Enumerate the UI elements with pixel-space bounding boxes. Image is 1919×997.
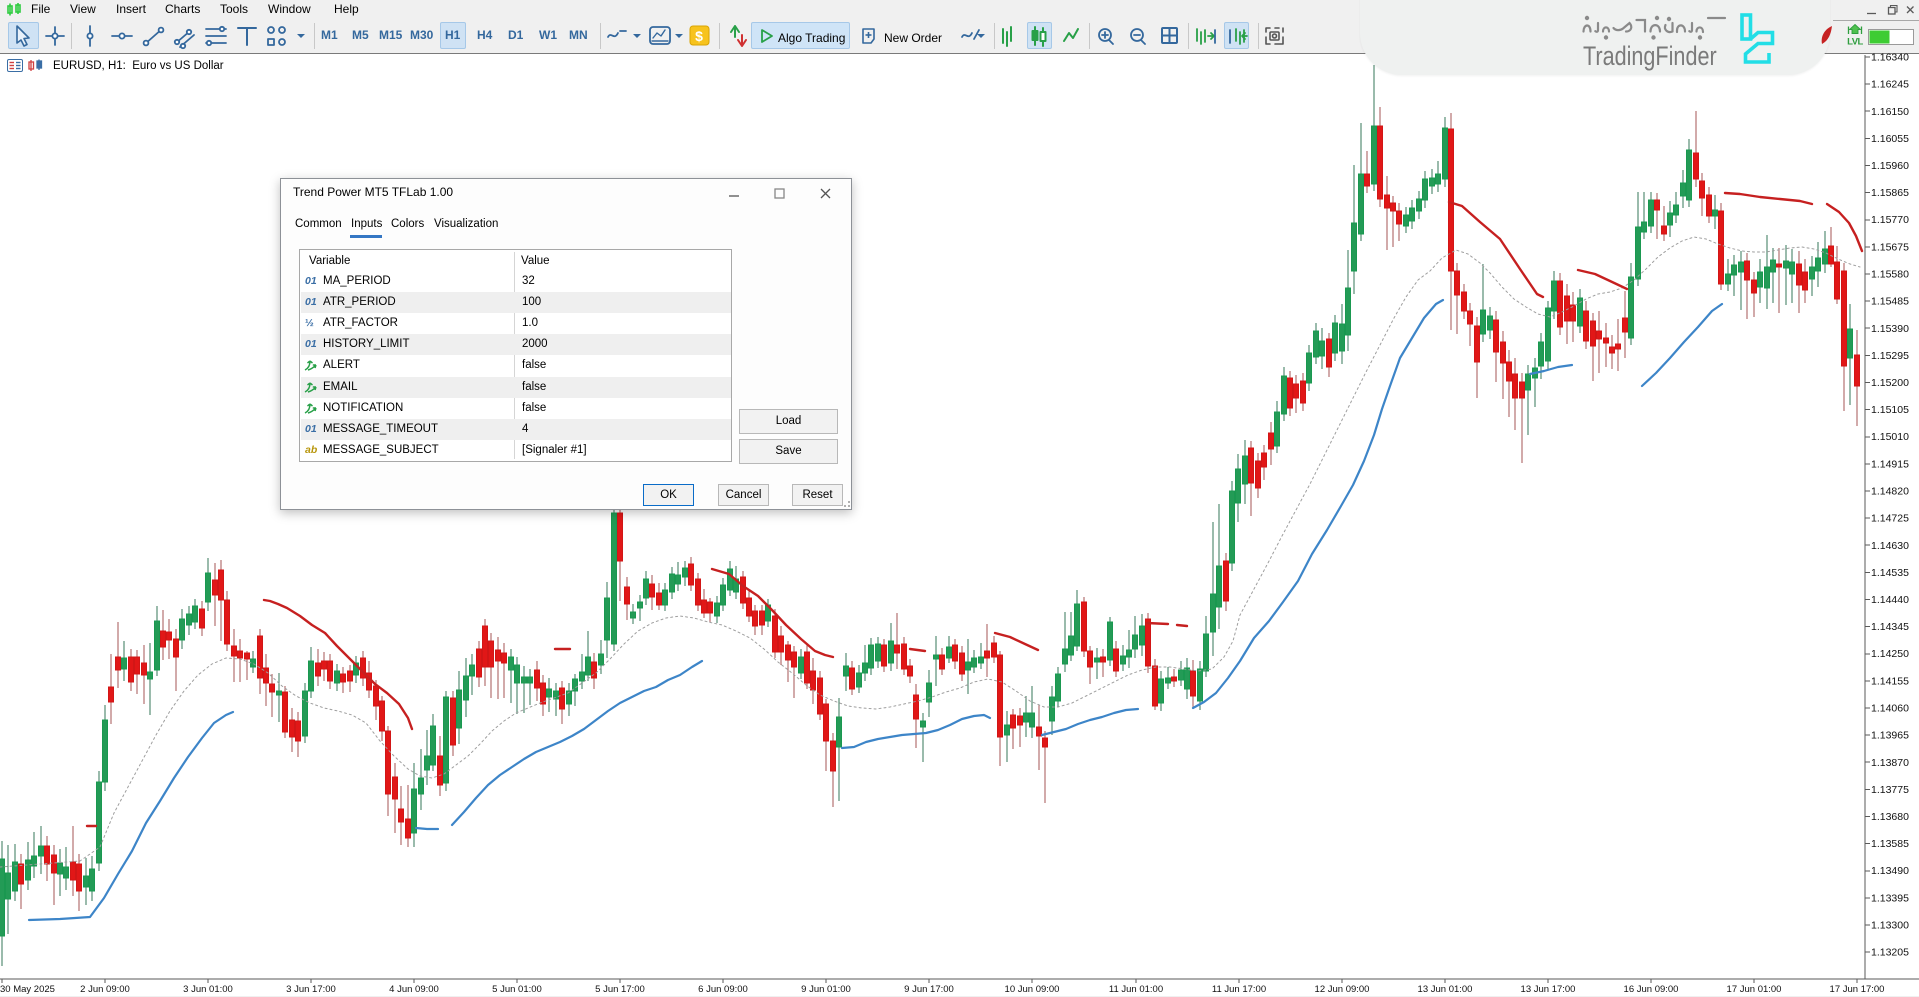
svg-text:12 Jun 09:00: 12 Jun 09:00 [1315, 984, 1370, 995]
svg-text:1.13965: 1.13965 [1871, 730, 1909, 742]
svg-text:1.13585: 1.13585 [1871, 838, 1909, 850]
svg-text:2 Jun 09:00: 2 Jun 09:00 [80, 984, 130, 995]
svg-text:1.13680: 1.13680 [1871, 811, 1909, 823]
svg-text:LVL: LVL [1847, 37, 1863, 48]
svg-text:1.15675: 1.15675 [1871, 241, 1909, 253]
svg-text:11 Jun 17:00: 11 Jun 17:00 [1212, 984, 1266, 995]
svg-text:5 Jun 17:00: 5 Jun 17:00 [595, 984, 645, 995]
svg-text:3 Jun 01:00: 3 Jun 01:00 [183, 984, 233, 995]
svg-text:1.15010: 1.15010 [1871, 431, 1909, 443]
svg-text:1.14535: 1.14535 [1871, 567, 1909, 579]
svg-text:1.15200: 1.15200 [1871, 377, 1909, 389]
svg-text:1.14630: 1.14630 [1871, 540, 1909, 552]
svg-text:16 Jun 09:00: 16 Jun 09:00 [1624, 984, 1679, 995]
svg-text:1.14820: 1.14820 [1871, 486, 1909, 498]
svg-text:4 Jun 09:00: 4 Jun 09:00 [389, 984, 439, 995]
svg-text:13 Jun 01:00: 13 Jun 01:00 [1418, 984, 1473, 995]
svg-text:1.14155: 1.14155 [1871, 675, 1909, 687]
svg-text:1.13205: 1.13205 [1871, 947, 1909, 959]
svg-text:1.14725: 1.14725 [1871, 513, 1909, 525]
svg-text:17 Jun 01:00: 17 Jun 01:00 [1727, 984, 1782, 995]
svg-text:1.16340: 1.16340 [1871, 52, 1909, 64]
svg-text:1.15580: 1.15580 [1871, 269, 1909, 281]
svg-text:30 May 2025: 30 May 2025 [0, 984, 55, 995]
svg-text:1.14250: 1.14250 [1871, 648, 1909, 660]
svg-text:1.14345: 1.14345 [1871, 621, 1909, 633]
svg-text:13 Jun 17:00: 13 Jun 17:00 [1521, 984, 1576, 995]
svg-text:1.14915: 1.14915 [1871, 458, 1909, 470]
svg-text:1.13775: 1.13775 [1871, 784, 1909, 796]
svg-text:6 Jun 09:00: 6 Jun 09:00 [698, 984, 748, 995]
svg-text:1.13395: 1.13395 [1871, 892, 1909, 904]
svg-text:1.14060: 1.14060 [1871, 703, 1909, 715]
svg-text:10 Jun 09:00: 10 Jun 09:00 [1005, 984, 1060, 995]
svg-text:1.16245: 1.16245 [1871, 79, 1909, 91]
svg-text:1.13490: 1.13490 [1871, 865, 1909, 877]
svg-text:1.15865: 1.15865 [1871, 187, 1909, 199]
svg-text:1.13300: 1.13300 [1871, 920, 1909, 932]
svg-text:9 Jun 01:00: 9 Jun 01:00 [801, 984, 851, 995]
svg-text:1.15485: 1.15485 [1871, 296, 1909, 308]
svg-text:1.16150: 1.16150 [1871, 106, 1909, 118]
svg-text:1.15105: 1.15105 [1871, 404, 1909, 416]
svg-text:3 Jun 17:00: 3 Jun 17:00 [286, 984, 336, 995]
svg-text:1.14440: 1.14440 [1871, 594, 1909, 606]
svg-text:1.15390: 1.15390 [1871, 323, 1909, 335]
svg-text:17 Jun 17:00: 17 Jun 17:00 [1830, 984, 1885, 995]
svg-text:1.15960: 1.15960 [1871, 160, 1909, 172]
svg-text:1.15770: 1.15770 [1871, 214, 1909, 226]
svg-text:1.16055: 1.16055 [1871, 133, 1909, 145]
svg-text:9 Jun 17:00: 9 Jun 17:00 [904, 984, 954, 995]
svg-text:5 Jun 01:00: 5 Jun 01:00 [492, 984, 542, 995]
svg-text:1.15295: 1.15295 [1871, 350, 1909, 362]
svg-text:11 Jun 01:00: 11 Jun 01:00 [1109, 984, 1163, 995]
svg-text:1.13870: 1.13870 [1871, 757, 1909, 769]
